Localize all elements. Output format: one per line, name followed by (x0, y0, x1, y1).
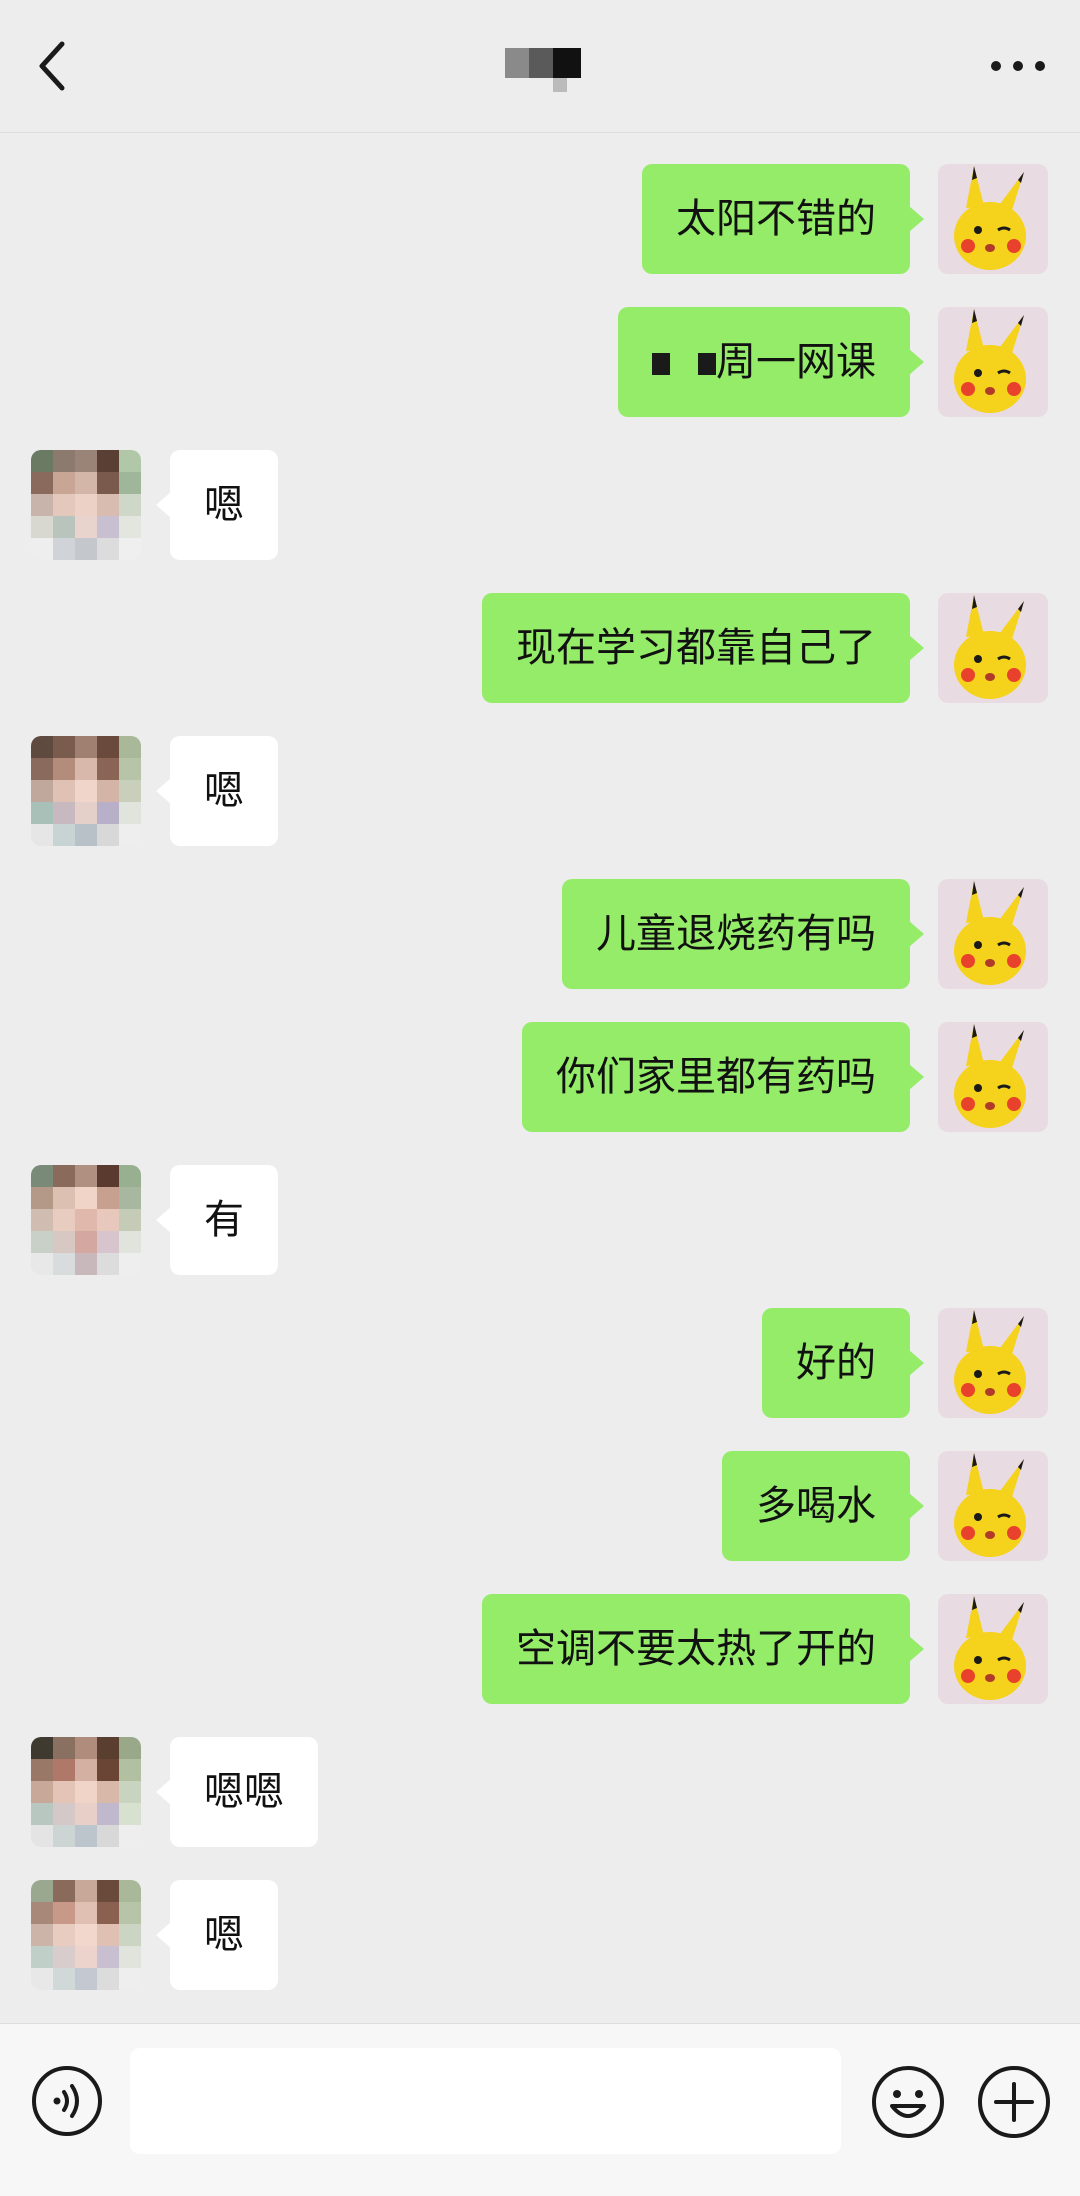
chevron-left-icon (39, 41, 65, 91)
message-input[interactable] (130, 2048, 841, 2154)
message-row: 儿童退烧药有吗 (0, 879, 1080, 989)
sent-bubble[interactable]: 空调不要太热了开的 (482, 1594, 924, 1704)
pikachu-avatar-icon (938, 164, 1048, 274)
plus-circle-icon (978, 2066, 1050, 2138)
pikachu-avatar-icon (938, 879, 1048, 989)
more-horizontal-icon (991, 61, 1045, 71)
my-avatar[interactable] (938, 879, 1048, 989)
chat-title (505, 48, 585, 92)
blurred-avatar-icon (31, 1165, 141, 1275)
voice-icon (32, 2066, 102, 2136)
redaction-block (553, 48, 581, 78)
sent-bubble[interactable]: 好的 (762, 1308, 924, 1418)
contact-avatar[interactable] (31, 1165, 141, 1275)
redaction-block (652, 353, 670, 375)
sent-bubble[interactable]: 多喝水 (722, 1451, 924, 1561)
contact-avatar[interactable] (31, 1737, 141, 1847)
pikachu-avatar-icon (938, 307, 1048, 417)
sent-bubble-text: 周一网课 (716, 339, 876, 385)
pikachu-avatar-icon (938, 1594, 1048, 1704)
my-avatar[interactable] (938, 164, 1048, 274)
message-row: 好的 (0, 1308, 1080, 1418)
pikachu-avatar-icon (938, 1451, 1048, 1561)
input-bar (0, 2023, 1080, 2196)
emoji-button[interactable] (870, 2064, 946, 2140)
contact-avatar[interactable] (31, 1880, 141, 1990)
message-row: 你们家里都有药吗 (0, 1022, 1080, 1132)
my-avatar[interactable] (938, 1308, 1048, 1418)
my-avatar[interactable] (938, 307, 1048, 417)
chat-screen: 太阳不错的 周一网课 嗯 现在学习都靠自己了 嗯 儿童退烧药有吗 你们家里都有药… (0, 0, 1080, 2196)
blurred-avatar-icon (31, 1737, 141, 1847)
received-bubble[interactable]: 嗯嗯 (156, 1737, 318, 1847)
pikachu-avatar-icon (938, 593, 1048, 703)
message-row: 嗯 (0, 450, 1080, 560)
message-row: 现在学习都靠自己了 (0, 593, 1080, 703)
message-row: 嗯嗯 (0, 1737, 1080, 1847)
sent-bubble[interactable]: 太阳不错的 (642, 164, 924, 274)
redaction-block (505, 48, 529, 78)
message-row: 周一网课 (0, 307, 1080, 417)
voice-button[interactable] (30, 2064, 104, 2138)
sent-bubble[interactable]: 儿童退烧药有吗 (562, 879, 924, 989)
message-row: 嗯 (0, 736, 1080, 846)
message-row: 空调不要太热了开的 (0, 1594, 1080, 1704)
message-row: 多喝水 (0, 1451, 1080, 1561)
blurred-avatar-icon (31, 1880, 141, 1990)
redaction-block (553, 78, 567, 92)
back-button[interactable] (34, 36, 74, 96)
more-button[interactable] (986, 44, 1050, 88)
message-row: 有 (0, 1165, 1080, 1275)
sent-bubble[interactable]: 现在学习都靠自己了 (482, 593, 924, 703)
blurred-avatar-icon (31, 450, 141, 560)
pikachu-avatar-icon (938, 1308, 1048, 1418)
redaction-block (698, 353, 716, 375)
my-avatar[interactable] (938, 1594, 1048, 1704)
my-avatar[interactable] (938, 1451, 1048, 1561)
sent-bubble[interactable]: 你们家里都有药吗 (522, 1022, 924, 1132)
sent-bubble[interactable]: 周一网课 (618, 307, 924, 417)
pikachu-avatar-icon (938, 1022, 1048, 1132)
chat-header (0, 0, 1080, 133)
my-avatar[interactable] (938, 1022, 1048, 1132)
emoji-icon (872, 2066, 944, 2138)
redaction-block (529, 48, 553, 78)
received-bubble[interactable]: 嗯 (156, 736, 278, 846)
blurred-avatar-icon (31, 736, 141, 846)
contact-avatar[interactable] (31, 736, 141, 846)
message-row: 太阳不错的 (0, 164, 1080, 274)
more-functions-button[interactable] (976, 2064, 1052, 2140)
message-list[interactable]: 太阳不错的 周一网课 嗯 现在学习都靠自己了 嗯 儿童退烧药有吗 你们家里都有药… (0, 133, 1080, 2023)
contact-avatar[interactable] (31, 450, 141, 560)
received-bubble[interactable]: 有 (156, 1165, 278, 1275)
received-bubble[interactable]: 嗯 (156, 1880, 278, 1990)
received-bubble[interactable]: 嗯 (156, 450, 278, 560)
my-avatar[interactable] (938, 593, 1048, 703)
message-row: 嗯 (0, 1880, 1080, 1990)
